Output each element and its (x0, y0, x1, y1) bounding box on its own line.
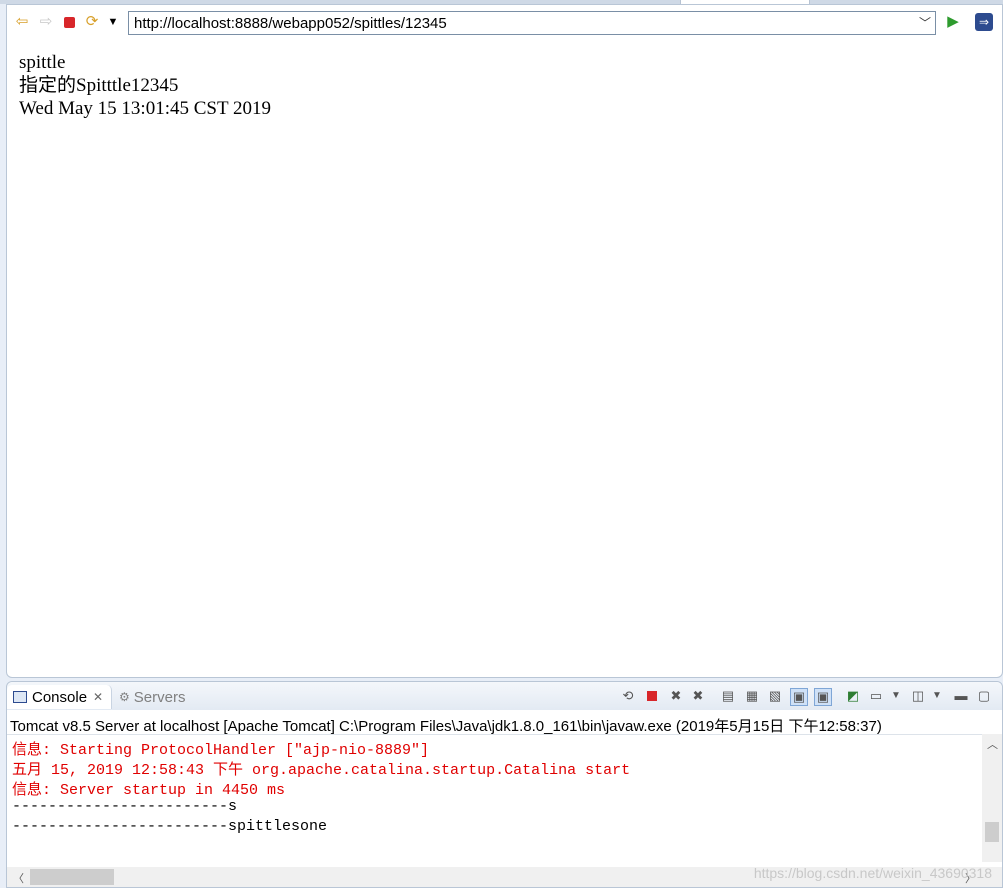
tab-console-label: Console (32, 688, 88, 706)
remove-launch-icon[interactable]: ✖ (668, 688, 684, 704)
chevron-down-icon[interactable]: ▼ (888, 688, 904, 704)
horizontal-scroll-thumb[interactable] (30, 869, 114, 885)
scroll-up-icon[interactable]: ︿ (987, 736, 998, 752)
relaunch-icon[interactable]: ⟲ (620, 688, 636, 704)
vertical-scroll-thumb[interactable] (985, 822, 999, 842)
internal-browser: ⇦ ⇨ ⟳ ▼ http://localhost:8888/webapp052/… (6, 4, 1003, 678)
url-history-dropdown-icon[interactable]: ﹀ (919, 14, 931, 31)
console-line: 信息: Server startup in 4450 ms (12, 782, 286, 799)
url-input[interactable]: http://localhost:8888/webapp052/spittles… (128, 11, 936, 35)
forward-icon[interactable]: ⇨ (37, 13, 55, 31)
console-line: ------------------------s (12, 798, 238, 815)
tab-servers-label: Servers (133, 688, 186, 706)
console-line: 五月 15, 2019 12:58:43 下午 org.apache.catal… (12, 762, 631, 779)
browser-toolbar: ⇦ ⇨ ⟳ ▼ http://localhost:8888/webapp052/… (7, 5, 1002, 41)
maximize-icon[interactable]: ▢ (976, 688, 992, 704)
display-console-icon[interactable]: ▭ (868, 688, 884, 704)
vertical-scrollbar[interactable]: ︿ (982, 734, 1002, 862)
refresh-icon[interactable]: ⟳ (83, 13, 101, 31)
page-line-spittle: 指定的Spitttle12345 (19, 75, 179, 96)
console-line: 信息: Starting ProtocolHandler ["ajp-nio-8… (12, 742, 430, 759)
remove-all-icon[interactable]: ✖ (690, 688, 706, 704)
close-icon[interactable]: ✕ (93, 690, 103, 704)
clear-console-icon[interactable]: ▤ (720, 688, 736, 704)
terminate-icon[interactable] (644, 688, 660, 704)
stop-icon[interactable] (60, 13, 78, 31)
console-line: ------------------------spittlesone (12, 818, 328, 835)
page-line-title: spittle (19, 52, 66, 73)
process-label: Tomcat v8.5 Server at localhost [Apache … (10, 718, 882, 735)
watermark: https://blog.csdn.net/weixin_43690318 (753, 865, 992, 881)
open-console-icon[interactable]: ◫ (910, 688, 926, 704)
back-icon[interactable]: ⇦ (13, 13, 31, 31)
chevron-down-icon[interactable]: ▼ (929, 688, 945, 704)
console-view: Console ✕ ⚙ Servers ⟲ ✖ ✖ ▤ ▦ ▧ ▣ ▣ ◩ ▭ … (6, 681, 1003, 888)
console-icon (13, 691, 27, 703)
minimize-icon[interactable]: ▬ (953, 688, 969, 704)
tab-servers[interactable]: ⚙ Servers (119, 686, 185, 708)
show-on-stderr-icon[interactable]: ▣ (814, 688, 832, 706)
chevron-down-icon[interactable]: ▼ (104, 13, 122, 31)
eclipse-icon[interactable]: ⇒ (975, 13, 993, 31)
pin-console-icon[interactable]: ◩ (845, 688, 861, 704)
servers-icon: ⚙ (119, 690, 130, 704)
show-on-stdout-icon[interactable]: ▣ (790, 688, 808, 706)
console-output[interactable]: 信息: Starting ProtocolHandler ["ajp-nio-8… (7, 734, 982, 863)
scroll-left-icon[interactable]: 〈 (13, 870, 24, 886)
scroll-lock-icon[interactable]: ▦ (744, 688, 760, 704)
page-line-date: Wed May 15 13:01:45 CST 2019 (19, 98, 271, 119)
tab-console[interactable]: Console ✕ (7, 685, 113, 709)
url-text[interactable]: http://localhost:8888/webapp052/spittles… (134, 15, 447, 32)
page-content: spittle 指定的Spitttle12345 Wed May 15 13:0… (19, 51, 271, 120)
go-icon[interactable]: ▶ (944, 13, 962, 31)
word-wrap-icon[interactable]: ▧ (767, 688, 783, 704)
console-tabbar: Console ✕ ⚙ Servers ⟲ ✖ ✖ ▤ ▦ ▧ ▣ ▣ ◩ ▭ … (7, 682, 1002, 710)
